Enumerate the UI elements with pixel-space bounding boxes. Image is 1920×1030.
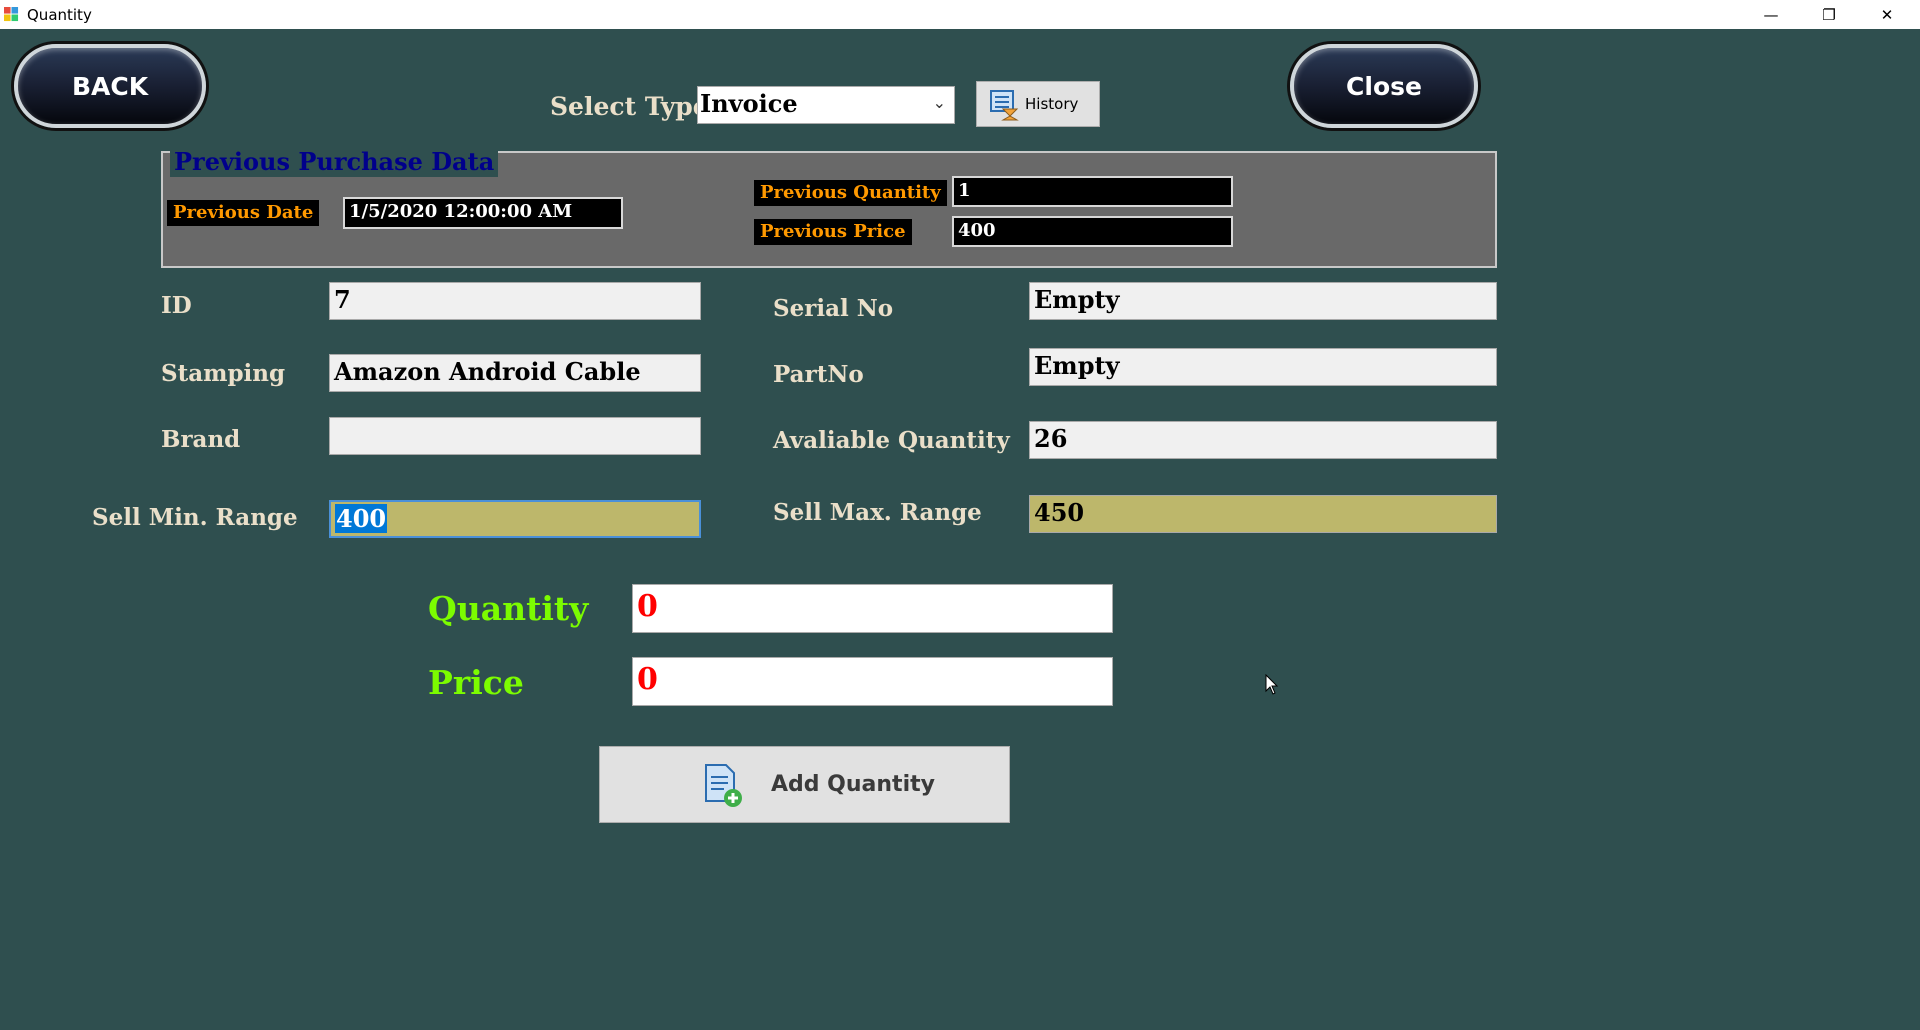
window-close-button[interactable]: ✕ [1858, 0, 1916, 29]
partno-field[interactable]: Empty [1029, 348, 1497, 386]
mouse-cursor-icon [1265, 674, 1279, 695]
serial-no-field[interactable]: Empty [1029, 282, 1497, 320]
restore-button[interactable]: ❐ [1800, 0, 1858, 29]
select-type-value: Invoice [700, 89, 798, 118]
back-button[interactable]: BACK [14, 44, 206, 128]
close-button-label: Close [1346, 71, 1422, 101]
sell-max-range-label: Sell Max. Range [773, 499, 982, 526]
previous-purchase-title: Previous Purchase Data [170, 147, 499, 177]
minimize-icon: — [1763, 5, 1779, 24]
close-button[interactable]: Close [1290, 44, 1478, 128]
quantity-label: Quantity [428, 589, 589, 628]
id-field[interactable]: 7 [329, 282, 701, 320]
previous-quantity-field[interactable]: 1 [952, 176, 1233, 207]
partno-label: PartNo [773, 361, 864, 388]
quantity-input[interactable]: 0 [632, 584, 1113, 633]
brand-field[interactable] [329, 417, 701, 455]
brand-label: Brand [161, 426, 241, 453]
previous-price-field[interactable]: 400 [952, 216, 1233, 247]
previous-date-field[interactable]: 1/5/2020 12:00:00 AM [343, 197, 623, 229]
sell-min-range-selected-text: 400 [335, 504, 388, 533]
sell-min-range-label: Sell Min. Range [92, 504, 298, 531]
history-button[interactable]: History [976, 81, 1100, 127]
available-quantity-label: Avaliable Quantity [773, 427, 1010, 454]
previous-quantity-label: Previous Quantity [754, 180, 947, 206]
id-label: ID [161, 292, 192, 319]
app-icon [4, 7, 19, 22]
history-button-label: History [1025, 95, 1079, 113]
stamping-label: Stamping [161, 360, 286, 387]
title-bar: Quantity — ❐ ✕ [0, 0, 1920, 29]
add-quantity-button[interactable]: Add Quantity [599, 746, 1010, 823]
price-label: Price [428, 663, 524, 702]
sell-min-range-field[interactable]: 400 [329, 500, 701, 538]
window-title: Quantity [27, 6, 92, 24]
add-quantity-label: Add Quantity [771, 772, 935, 797]
price-input[interactable]: 0 [632, 657, 1113, 706]
select-type-dropdown[interactable]: Invoice ⌄ [697, 86, 955, 124]
previous-price-label: Previous Price [754, 219, 912, 245]
restore-icon: ❐ [1822, 5, 1836, 24]
add-document-icon [705, 764, 742, 807]
serial-no-label: Serial No [773, 295, 894, 322]
minimize-button[interactable]: — [1742, 0, 1800, 29]
history-icon [990, 90, 1019, 121]
select-type-label: Select Type [550, 92, 709, 121]
sell-max-range-field[interactable]: 450 [1029, 495, 1497, 533]
available-quantity-field[interactable]: 26 [1029, 421, 1497, 459]
chevron-down-icon: ⌄ [932, 95, 946, 112]
close-icon: ✕ [1880, 5, 1894, 24]
stamping-field[interactable]: Amazon Android Cable [329, 354, 701, 392]
previous-date-label: Previous Date [167, 200, 320, 226]
back-button-label: BACK [71, 71, 149, 101]
